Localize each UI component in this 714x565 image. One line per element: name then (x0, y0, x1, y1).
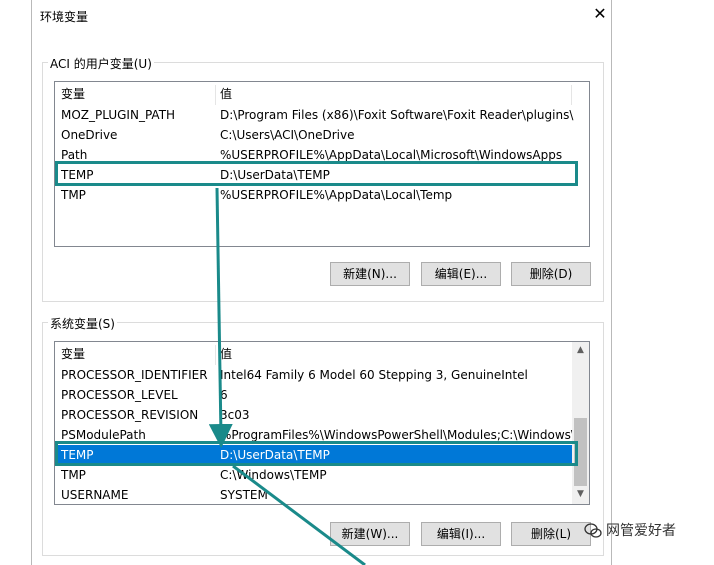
var-name: MOZ_PLUGIN_PATH (61, 108, 176, 122)
system-vars-header: 变量 值 (55, 342, 589, 365)
user-edit-button[interactable]: 编辑(E)... (421, 262, 501, 286)
system-var-row-username[interactable]: USERNAME SYSTEM (55, 485, 574, 504)
watermark: 网管爱好者 (584, 520, 676, 540)
system-var-row-proc-level[interactable]: PROCESSOR_LEVEL 6 (55, 385, 574, 405)
var-name: PROCESSOR_LEVEL (61, 388, 178, 402)
column-separator[interactable] (571, 85, 572, 105)
var-name: TMP (61, 468, 86, 482)
user-var-row-moz[interactable]: MOZ_PLUGIN_PATH D:\Program Files (x86)\F… (55, 105, 589, 125)
var-value: SYSTEM (220, 488, 268, 502)
var-name: USERNAME (61, 488, 129, 502)
scroll-up-icon[interactable]: ▲ (572, 345, 589, 355)
col-variable-header[interactable]: 变量 (61, 85, 85, 102)
var-name: PROCESSOR_IDENTIFIER (61, 368, 208, 382)
var-value: Intel64 Family 6 Model 60 Stepping 3, Ge… (220, 368, 528, 382)
system-var-row-proc-id[interactable]: PROCESSOR_IDENTIFIER Intel64 Family 6 Mo… (55, 365, 574, 385)
var-value: D:\Program Files (x86)\Foxit Software\Fo… (220, 108, 574, 122)
col-variable-header[interactable]: 变量 (61, 345, 85, 362)
scroll-down-icon[interactable]: ▼ (572, 489, 589, 499)
user-vars-label: ACI 的用户变量(U) (48, 55, 154, 72)
watermark-text: 网管爱好者 (606, 523, 676, 539)
user-temp-highlight-box (55, 161, 578, 186)
var-name: TMP (61, 188, 86, 202)
user-var-row-onedrive[interactable]: OneDrive C:\Users\ACI\OneDrive (55, 125, 589, 145)
close-icon[interactable]: ✕ (592, 4, 608, 24)
user-delete-button[interactable]: 删除(D) (511, 262, 591, 286)
system-vars-list[interactable]: 变量 值 PROCESSOR_IDENTIFIER Intel64 Family… (54, 341, 590, 505)
env-vars-dialog: 环境变量 ✕ ACI 的用户变量(U) 变量 值 MOZ_PLUGIN_PATH… (31, 0, 612, 565)
user-var-row-tmp[interactable]: TMP %USERPROFILE%\AppData\Local\Temp (55, 185, 589, 205)
system-delete-button[interactable]: 删除(L) (511, 522, 591, 546)
col-value-header[interactable]: 值 (220, 345, 232, 362)
column-separator[interactable] (215, 85, 216, 105)
var-value: 6 (220, 388, 228, 402)
var-name: PROCESSOR_REVISION (61, 408, 199, 422)
system-new-button[interactable]: 新建(W)... (330, 522, 410, 546)
user-vars-header: 变量 值 (55, 82, 589, 105)
system-edit-button[interactable]: 编辑(I)... (421, 522, 501, 546)
dialog-title: 环境变量 (40, 10, 89, 24)
var-name: OneDrive (61, 128, 118, 142)
var-value: %USERPROFILE%\AppData\Local\Temp (220, 188, 453, 202)
system-temp-highlight-box (55, 441, 578, 466)
var-value: 3c03 (220, 408, 250, 422)
system-vars-label: 系统变量(S) (48, 315, 117, 332)
user-new-button[interactable]: 新建(N)... (330, 262, 410, 286)
var-value: C:\Users\ACI\OneDrive (220, 128, 355, 142)
system-vars-scrollbar[interactable]: ▲ ▼ (572, 342, 589, 504)
system-var-row-tmp[interactable]: TMP C:\Windows\TEMP (55, 465, 574, 485)
wechat-icon (584, 523, 602, 538)
column-separator[interactable] (215, 345, 216, 365)
system-var-row-proc-rev[interactable]: PROCESSOR_REVISION 3c03 (55, 405, 574, 425)
var-value: C:\Windows\TEMP (220, 468, 327, 482)
col-value-header[interactable]: 值 (220, 85, 232, 102)
